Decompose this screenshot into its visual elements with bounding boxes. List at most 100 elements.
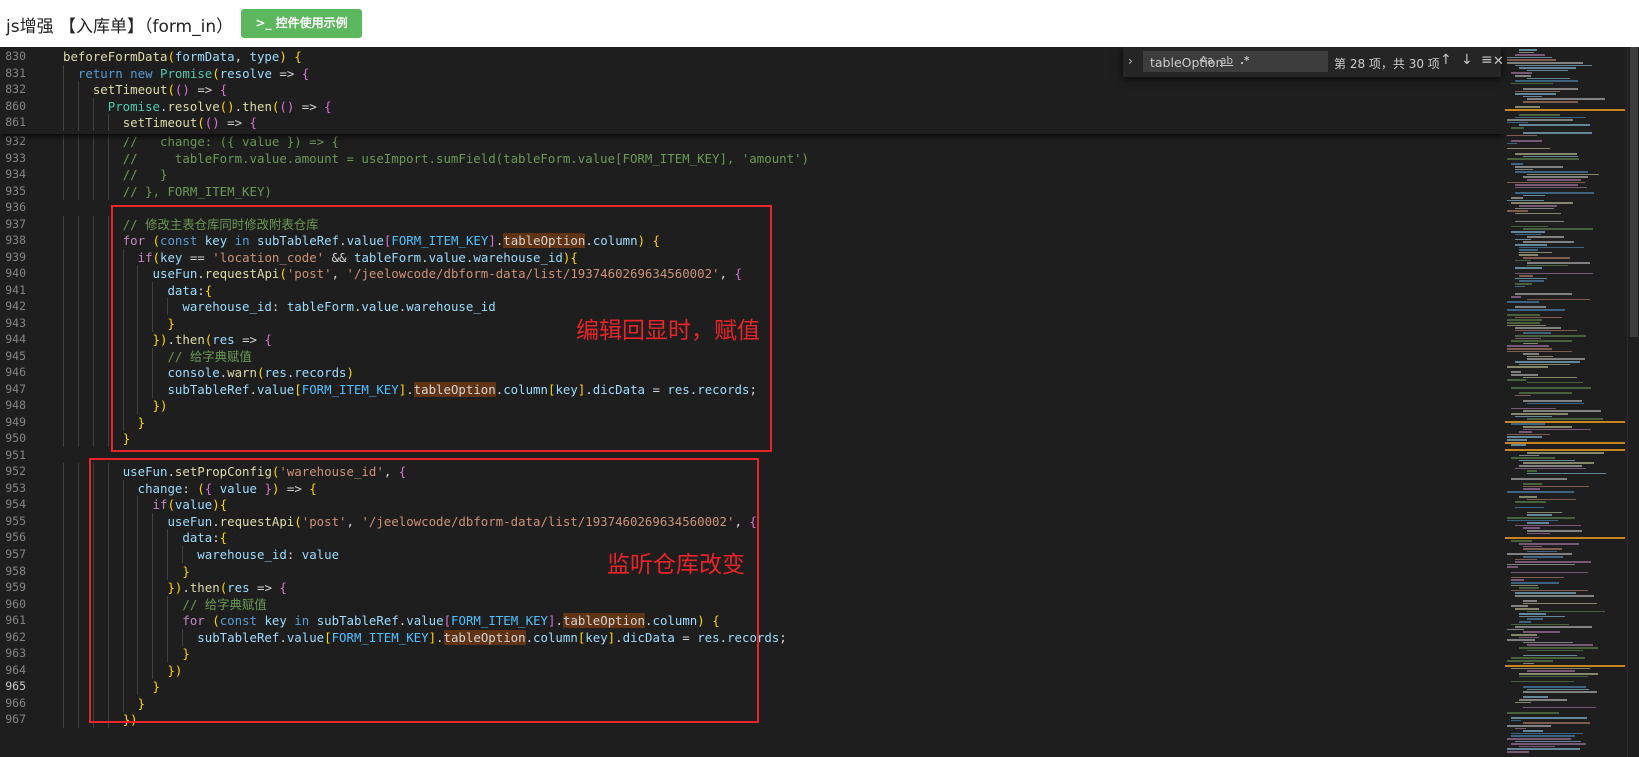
- minimap-line: [1523, 132, 1593, 134]
- code-line[interactable]: 962 subTableRef.value[FORM_ITEM_KEY].tab…: [0, 628, 1505, 646]
- code-line[interactable]: 947 subTableRef.value[FORM_ITEM_KEY].tab…: [0, 380, 1505, 398]
- minimap-line: [1523, 527, 1540, 529]
- code-line[interactable]: 964 }): [0, 661, 1505, 679]
- code-area[interactable]: 830 beforeFormData(formData, type) {831 r…: [0, 47, 1505, 757]
- scrollbar-thumb[interactable]: [1630, 47, 1638, 337]
- line-number: 939: [5, 249, 26, 264]
- code-text: Promise.resolve().then(() => {: [107, 98, 332, 114]
- code-line[interactable]: 945 // 给字典赋值: [0, 347, 1505, 365]
- find-widget: › tableOption Aa ab .* 第 28 项，共 30 项 ↑ ↓…: [1123, 47, 1501, 77]
- vertical-scrollbar[interactable]: [1627, 47, 1639, 757]
- find-input[interactable]: tableOption: [1143, 51, 1328, 72]
- regex-icon[interactable]: .*: [1240, 55, 1249, 67]
- code-line[interactable]: 937 // 修改主表仓库同时修改附表仓库: [0, 215, 1505, 233]
- minimap-line: [1511, 657, 1585, 659]
- code-line[interactable]: 935 // }, FORM_ITEM_KEY): [0, 182, 1505, 200]
- minimap-line: [1507, 379, 1527, 381]
- minimap-line: [1523, 488, 1540, 490]
- code-text: useFun.requestApi('post', '/jeelowcode/d…: [167, 513, 757, 529]
- minimap-line: [1511, 140, 1542, 142]
- minimap-line: [1515, 207, 1555, 210]
- minimap-line: [1515, 75, 1531, 77]
- code-line[interactable]: 951: [0, 447, 1505, 464]
- code-line[interactable]: 940 useFun.requestApi('post', '/jeelowco…: [0, 265, 1505, 283]
- code-line[interactable]: 954 if(value){: [0, 496, 1505, 514]
- code-line[interactable]: 966 }: [0, 694, 1505, 712]
- toggle-replace-chevron-icon[interactable]: ›: [1128, 54, 1133, 68]
- minimap-line: [1527, 452, 1604, 454]
- minimap-line: [1515, 285, 1526, 288]
- minimap-line: [1515, 192, 1595, 194]
- code-line[interactable]: 932 // change: ({ value }) => {: [0, 133, 1505, 150]
- minimap-match-marker: [1505, 421, 1625, 423]
- minimap-line: [1507, 725, 1551, 727]
- code-line[interactable]: 965 }: [0, 678, 1505, 696]
- code-line[interactable]: 861 setTimeout(() => {: [0, 114, 1505, 132]
- code-line[interactable]: 960 // 给字典赋值: [0, 595, 1505, 613]
- code-line[interactable]: 936: [0, 199, 1505, 216]
- minimap-line: [1507, 751, 1529, 753]
- code-line[interactable]: 941 data:{: [0, 281, 1505, 299]
- minimap-line: [1519, 363, 1571, 366]
- line-number: 831: [5, 65, 26, 80]
- minimap-line: [1511, 719, 1522, 722]
- minimap-line: [1519, 254, 1538, 256]
- minimap-line: [1523, 706, 1597, 709]
- minimap-line: [1515, 220, 1564, 223]
- code-line[interactable]: 959 }).then(res => {: [0, 579, 1505, 597]
- line-number: 949: [5, 414, 26, 429]
- previous-match-arrow-up-icon[interactable]: ↑: [1440, 52, 1452, 68]
- find-in-selection-icon[interactable]: ≡: [1481, 52, 1493, 68]
- code-line[interactable]: 939 if(key == 'location_code' && tableFo…: [0, 248, 1505, 266]
- match-case-icon[interactable]: Aa: [1200, 55, 1214, 67]
- code-line[interactable]: 860 Promise.resolve().then(() => {: [0, 97, 1505, 115]
- close-find-icon[interactable]: ✕: [1493, 54, 1504, 69]
- code-line[interactable]: 832 setTimeout(() => {: [0, 81, 1505, 99]
- code-line[interactable]: 958 }: [0, 562, 1505, 580]
- code-line[interactable]: 957 warehouse_id: value: [0, 546, 1505, 563]
- minimap-line: [1519, 459, 1575, 462]
- minimap-line: [1507, 319, 1542, 321]
- minimap-line: [1511, 579, 1525, 581]
- match-whole-word-icon[interactable]: ab: [1220, 55, 1233, 67]
- line-number: 962: [5, 629, 26, 644]
- line-number: 956: [5, 530, 26, 545]
- line-number: 942: [5, 299, 26, 314]
- minimap-line: [1523, 176, 1589, 178]
- control-demo-button[interactable]: >_ 控件使用示例: [241, 9, 362, 38]
- minimap-line: [1511, 478, 1568, 480]
- line-number: 948: [5, 398, 26, 413]
- code-line[interactable]: 967 }): [0, 711, 1505, 729]
- minimap-line: [1515, 238, 1532, 241]
- code-editor[interactable]: 830 beforeFormData(formData, type) {831 r…: [0, 47, 1639, 757]
- code-line[interactable]: 952 useFun.setPropConfig('warehouse_id',…: [0, 463, 1505, 481]
- code-line[interactable]: 948 }): [0, 397, 1505, 415]
- code-line[interactable]: 961 for (const key in subTableRef.value[…: [0, 612, 1505, 630]
- minimap-line: [1527, 514, 1553, 516]
- code-text: }: [182, 646, 190, 662]
- code-line[interactable]: 949 }: [0, 413, 1505, 431]
- code-line[interactable]: 963 }: [0, 645, 1505, 663]
- minimap-line: [1511, 374, 1538, 376]
- line-number: 932: [5, 134, 26, 148]
- minimap-line: [1507, 142, 1518, 145]
- code-line[interactable]: 950 }: [0, 430, 1505, 448]
- minimap-line: [1527, 688, 1590, 691]
- code-line[interactable]: 934 // }: [0, 166, 1505, 184]
- minimap-line: [1523, 428, 1592, 431]
- code-text: change: ({ value }) => {: [137, 480, 317, 496]
- code-text: }: [137, 695, 146, 711]
- code-line[interactable]: 955 useFun.requestApi('post', '/jeelowco…: [0, 512, 1505, 530]
- minimap-line: [1507, 639, 1536, 641]
- minimap-line: [1527, 381, 1583, 384]
- code-line[interactable]: 938 for (const key in subTableRef.value[…: [0, 232, 1505, 250]
- code-text: }).then(res => {: [152, 332, 272, 348]
- code-line[interactable]: 933 // tableForm.value.amount = useImpor…: [0, 149, 1505, 167]
- minimap[interactable]: [1505, 47, 1627, 757]
- edit-echo-annotation: 编辑回显时，赋值: [576, 318, 760, 344]
- code-line[interactable]: 953 change: ({ value }) => {: [0, 479, 1505, 497]
- code-line[interactable]: 946 console.warn(res.records): [0, 364, 1505, 382]
- code-line[interactable]: 956 data:{: [0, 529, 1505, 547]
- minimap-line: [1511, 735, 1576, 737]
- next-match-arrow-down-icon[interactable]: ↓: [1461, 52, 1473, 68]
